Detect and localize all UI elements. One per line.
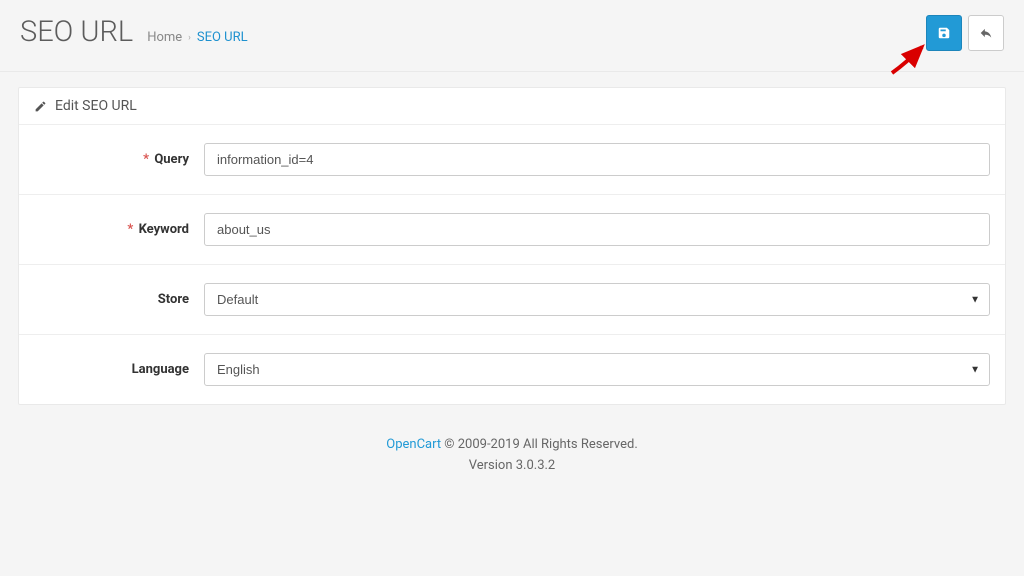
breadcrumb-home[interactable]: Home <box>147 30 182 45</box>
store-label: Store <box>34 292 204 307</box>
language-select-wrap: English ▼ <box>204 353 990 386</box>
panel-heading: Edit SEO URL <box>19 88 1005 125</box>
form-group-query: * Query <box>19 125 1005 195</box>
required-marker: * <box>143 152 149 167</box>
page-title: SEO URL <box>20 15 133 49</box>
language-label-text: Language <box>132 362 189 377</box>
version-text: Version 3.0.3.2 <box>18 456 1006 477</box>
opencart-link[interactable]: OpenCart <box>386 437 441 452</box>
save-icon <box>937 26 951 40</box>
footer: OpenCart © 2009-2019 All Rights Reserved… <box>18 405 1006 487</box>
reply-icon <box>979 26 993 40</box>
content: Edit SEO URL * Query * Keyword <box>0 72 1024 502</box>
query-input-wrap <box>204 143 990 176</box>
copyright-text: © 2009-2019 All Rights Reserved. <box>441 437 638 452</box>
store-label-text: Store <box>158 292 189 307</box>
page-header-left: SEO URL Home › SEO URL <box>20 15 248 49</box>
cancel-button[interactable] <box>968 15 1004 51</box>
query-label: * Query <box>34 152 204 167</box>
store-select-wrap: Default ▼ <box>204 283 990 316</box>
keyword-label-text: Keyword <box>139 222 189 237</box>
keyword-input[interactable] <box>204 213 990 246</box>
keyword-label: * Keyword <box>34 222 204 237</box>
page-header: SEO URL Home › SEO URL <box>0 0 1024 72</box>
required-marker: * <box>127 222 133 237</box>
panel-body: * Query * Keyword Store <box>19 125 1005 404</box>
language-label: Language <box>34 362 204 377</box>
save-button[interactable] <box>926 15 962 51</box>
keyword-input-wrap <box>204 213 990 246</box>
form-group-keyword: * Keyword <box>19 195 1005 265</box>
panel: Edit SEO URL * Query * Keyword <box>18 87 1006 405</box>
language-select[interactable]: English <box>204 353 990 386</box>
form-group-language: Language English ▼ <box>19 335 1005 404</box>
query-input[interactable] <box>204 143 990 176</box>
page-header-actions <box>926 15 1004 51</box>
chevron-right-icon: › <box>188 33 191 43</box>
form-group-store: Store Default ▼ <box>19 265 1005 335</box>
breadcrumb: Home › SEO URL <box>147 30 247 45</box>
breadcrumb-seo-url[interactable]: SEO URL <box>197 30 248 45</box>
store-select[interactable]: Default <box>204 283 990 316</box>
pencil-icon <box>34 100 47 113</box>
query-label-text: Query <box>154 152 189 167</box>
panel-heading-text: Edit SEO URL <box>55 98 137 114</box>
